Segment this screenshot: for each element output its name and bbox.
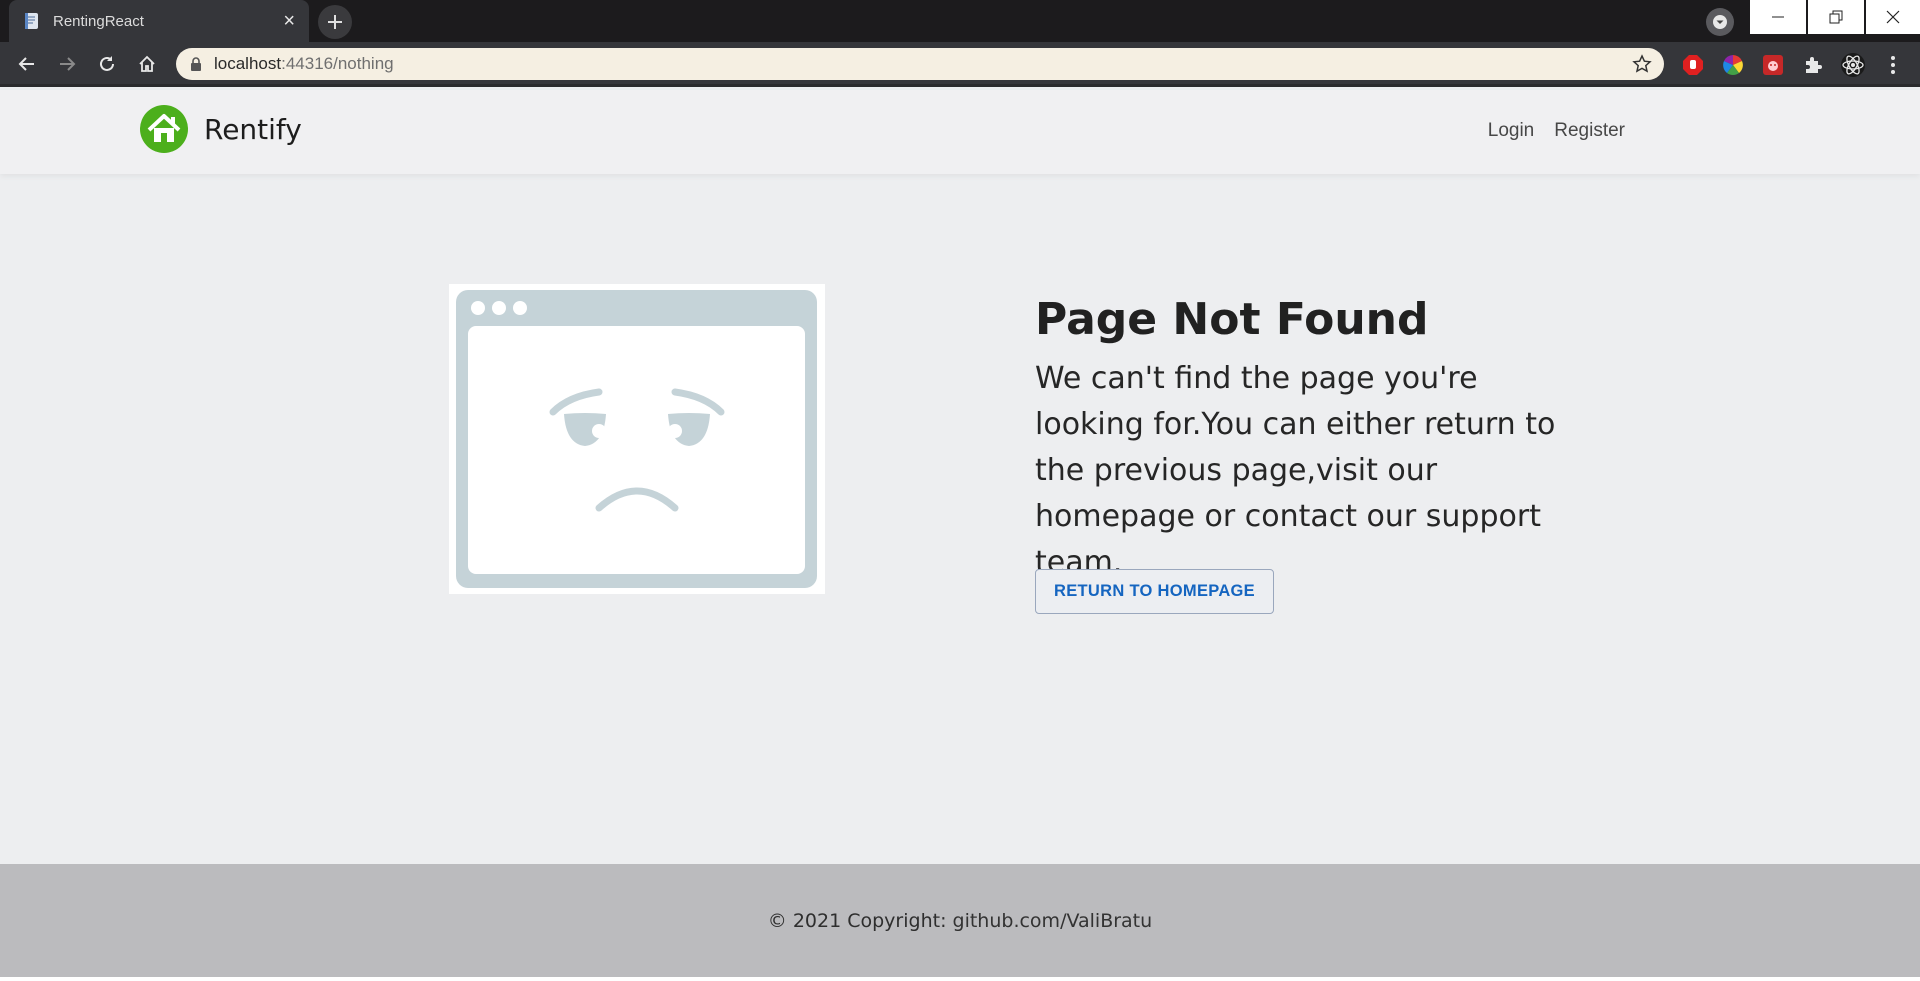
tab-search-button[interactable] [1706,8,1734,36]
brand-link[interactable]: Rentify [140,105,302,153]
plus-icon [328,15,342,29]
chevron-down-icon [1713,15,1727,29]
puzzle-extensions-icon[interactable] [1800,52,1826,78]
copyright-prefix: © 2021 Copyright: [767,909,953,932]
home-icon [139,55,155,72]
tab-close-icon[interactable]: × [283,11,295,31]
browser-menu-icon[interactable] [1880,52,1906,78]
page-favicon-icon [25,13,38,29]
page-title: Page Not Found [1035,294,1429,345]
github-link[interactable]: github.com/ValiBratu [953,910,1153,932]
browser-tab-strip: RentingReact × [0,0,1920,42]
minimize-button[interactable] [1750,0,1806,34]
brand-name: Rentify [204,112,302,146]
forward-button[interactable] [52,49,82,79]
close-window-button[interactable] [1866,0,1920,34]
nav-login-link[interactable]: Login [1488,120,1535,142]
site-footer: © 2021 Copyright: github.com/ValiBratu [0,864,1920,977]
restore-button[interactable] [1808,0,1864,34]
arrow-right-icon [60,57,76,71]
nav-register-link[interactable]: Register [1554,120,1625,142]
sad-browser-illustration [449,284,825,594]
close-icon [1886,10,1900,24]
address-bar[interactable]: localhost:44316/nothing [176,48,1664,80]
auth-nav: Login Register [1488,120,1625,142]
url-host: localhost [214,54,282,73]
browser-tab[interactable]: RentingReact × [9,0,309,42]
minimize-icon [1772,16,1784,18]
tab-title: RentingReact [53,12,144,30]
reload-button[interactable] [92,49,122,79]
url-path: :44316/nothing [281,54,394,73]
bug-extension-icon[interactable] [1760,52,1786,78]
restore-icon [1829,10,1843,24]
arrow-left-icon [18,57,34,71]
back-button[interactable] [12,49,42,79]
browser-toolbar: localhost:44316/nothing [0,42,1920,87]
sad-window-icon [456,290,817,588]
react-devtools-icon[interactable] [1840,52,1866,78]
site-header: Rentify Login Register [0,90,1920,174]
lock-icon [190,57,202,71]
adblock-extension-icon[interactable] [1680,52,1706,78]
home-button[interactable] [132,49,162,79]
bottom-edge [0,977,1920,981]
return-homepage-button[interactable]: RETURN TO HOMEPAGE [1035,569,1274,614]
new-tab-button[interactable] [318,5,352,39]
color-picker-extension-icon[interactable] [1720,52,1746,78]
copyright-text: © 2021 Copyright: github.com/ValiBratu [768,910,1152,932]
house-logo-icon [140,105,188,153]
bookmark-star-icon[interactable] [1632,54,1652,79]
reload-icon [100,56,114,71]
error-message: We can't find the page you're looking fo… [1035,361,1556,580]
